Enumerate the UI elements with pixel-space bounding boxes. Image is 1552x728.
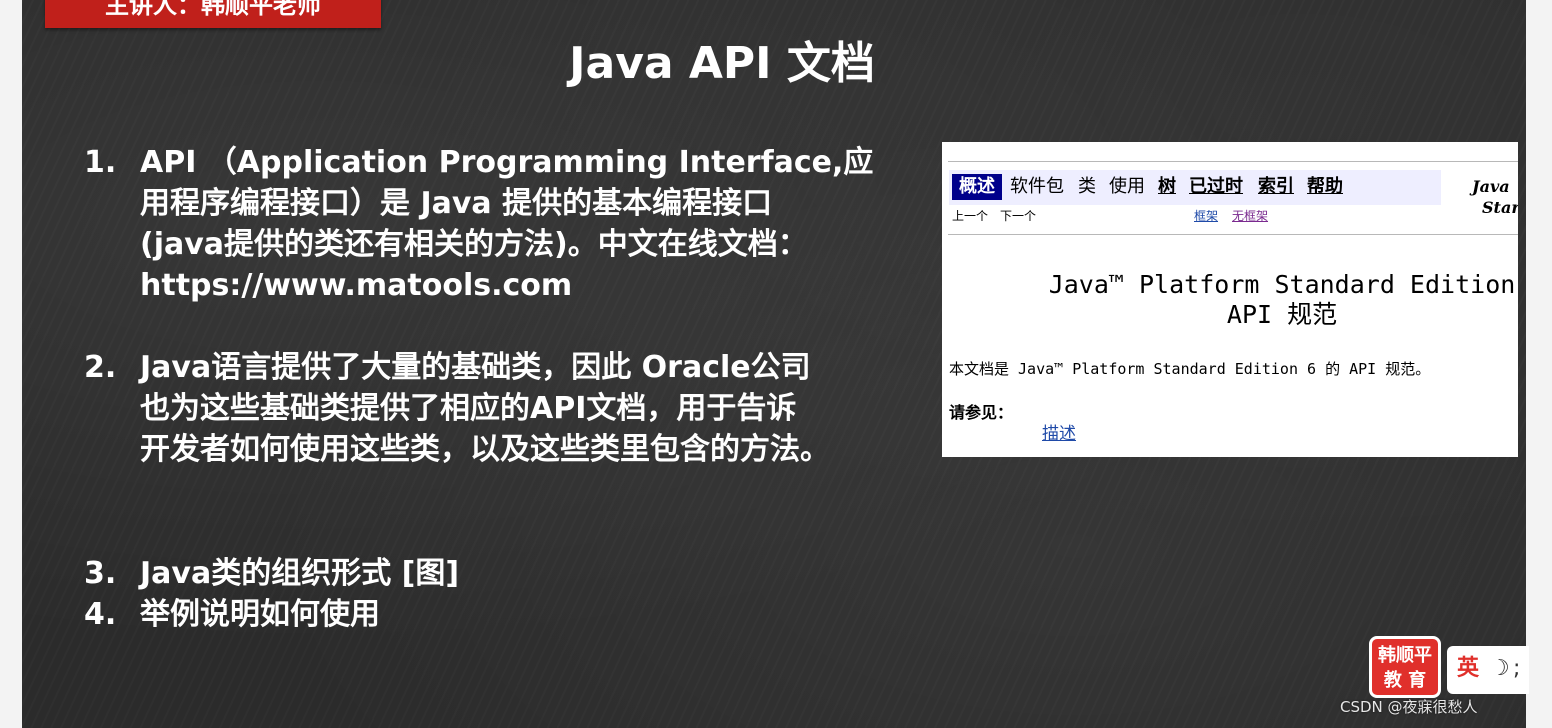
doc-heading-line-2: API 规范 bbox=[1226, 300, 1338, 329]
point-4-text: 举例说明如何使用 bbox=[140, 594, 920, 635]
point-1-line-2: 用程序编程接口）是 Java 提供的基本编程接口 bbox=[140, 186, 773, 221]
doc-top-rule bbox=[948, 161, 1518, 162]
doc-nav-package[interactable]: 软件包 bbox=[1010, 174, 1064, 200]
point-1-line-4: https://www.matools.com bbox=[140, 268, 573, 303]
point-4-number: 4. bbox=[84, 597, 117, 632]
doc-description: 本文档是 Java™ Platform Standard Edition 6 的… bbox=[949, 360, 1431, 378]
doc-brand: Java Star bbox=[1472, 176, 1518, 218]
doc-nav-use[interactable]: 使用 bbox=[1109, 174, 1145, 200]
logo-line-2: 教 育 bbox=[1383, 670, 1427, 691]
point-1-line-3: (java提供的类还有相关的方法)。中文在线文档： bbox=[140, 227, 808, 262]
point-4-line-1: 举例说明如何使用 bbox=[140, 597, 380, 632]
left-window-gutter bbox=[0, 0, 23, 728]
doc-heading: Java™ Platform Standard Edition API 规范 bbox=[1032, 270, 1518, 330]
point-3-line-1: Java类的组织形式 [图] bbox=[140, 556, 460, 591]
input-method-toolbar[interactable]: 英 ☽ ; bbox=[1447, 646, 1529, 694]
hanshunping-logo: 韩顺平 教 育 bbox=[1369, 636, 1441, 698]
lecturer-banner: 主讲人：韩顺平老师 bbox=[45, 0, 381, 28]
point-2-text: Java语言提供了大量的基础类，因此 Oracle公司 也为这些基础类提供了相应… bbox=[140, 347, 920, 470]
right-scrollbar-track[interactable] bbox=[1525, 0, 1552, 728]
doc-nav-deprecated[interactable]: 已过时 bbox=[1189, 174, 1243, 200]
point-3-number: 3. bbox=[84, 556, 117, 591]
point-1-line-1: API （Application Programming Interface,应 bbox=[140, 145, 874, 180]
point-4: 4. 举例说明如何使用 bbox=[84, 594, 920, 635]
doc-frames-link[interactable]: 框架 bbox=[1194, 208, 1218, 224]
point-3-text: Java类的组织形式 [图] bbox=[140, 553, 920, 594]
doc-prev-link[interactable]: 上一个 bbox=[952, 208, 988, 224]
doc-next-link[interactable]: 下一个 bbox=[1000, 208, 1036, 224]
point-1-number: 1. bbox=[84, 145, 117, 180]
doc-brand-line-2: Star bbox=[1482, 198, 1518, 217]
api-doc-screenshot: 概述 软件包 类 使用 树 已过时 索引 帮助 Java Star 上一个 下一… bbox=[942, 142, 1518, 457]
presentation-slide: 主讲人：韩顺平老师 Java API 文档 1. API （Applicatio… bbox=[22, 0, 1526, 728]
slide-title: Java API 文档 bbox=[569, 38, 875, 89]
logo-line-1: 韩顺平 bbox=[1378, 645, 1432, 666]
doc-see-also-label: 请参见： bbox=[949, 403, 1014, 422]
doc-nav-help[interactable]: 帮助 bbox=[1307, 174, 1343, 200]
point-3: 3. Java类的组织形式 [图] bbox=[84, 553, 920, 594]
point-2-number: 2. bbox=[84, 350, 117, 385]
punctuation-toggle[interactable]: ; bbox=[1513, 654, 1520, 684]
point-2: 2. Java语言提供了大量的基础类，因此 Oracle公司 也为这些基础类提供… bbox=[84, 347, 920, 470]
point-1: 1. API （Application Programming Interfac… bbox=[84, 142, 920, 306]
point-2-line-1: Java语言提供了大量的基础类，因此 Oracle公司 bbox=[140, 350, 811, 385]
doc-brand-line-1: Java bbox=[1472, 177, 1510, 196]
point-2-line-3: 开发者如何使用这些类，以及这些类里包含的方法。 bbox=[140, 432, 830, 467]
doc-nav-class[interactable]: 类 bbox=[1078, 174, 1096, 200]
doc-no-frames-link[interactable]: 无框架 bbox=[1232, 208, 1268, 224]
doc-heading-line-1: Java™ Platform Standard Edition bbox=[1048, 270, 1516, 299]
language-toggle[interactable]: 英 bbox=[1457, 652, 1479, 686]
doc-divider bbox=[948, 234, 1518, 235]
doc-nav-overview[interactable]: 概述 bbox=[952, 174, 1002, 200]
doc-nav-index[interactable]: 索引 bbox=[1258, 174, 1294, 200]
point-1-text: API （Application Programming Interface,应… bbox=[140, 142, 920, 306]
csdn-watermark: CSDN @夜寐很愁人 bbox=[1340, 698, 1478, 716]
point-2-line-2: 也为这些基础类提供了相应的API文档，用于告诉 bbox=[140, 391, 797, 426]
moon-icon[interactable]: ☽ bbox=[1490, 654, 1510, 684]
doc-nav-tree[interactable]: 树 bbox=[1158, 174, 1176, 200]
doc-see-also-link[interactable]: 描述 bbox=[1042, 424, 1076, 444]
